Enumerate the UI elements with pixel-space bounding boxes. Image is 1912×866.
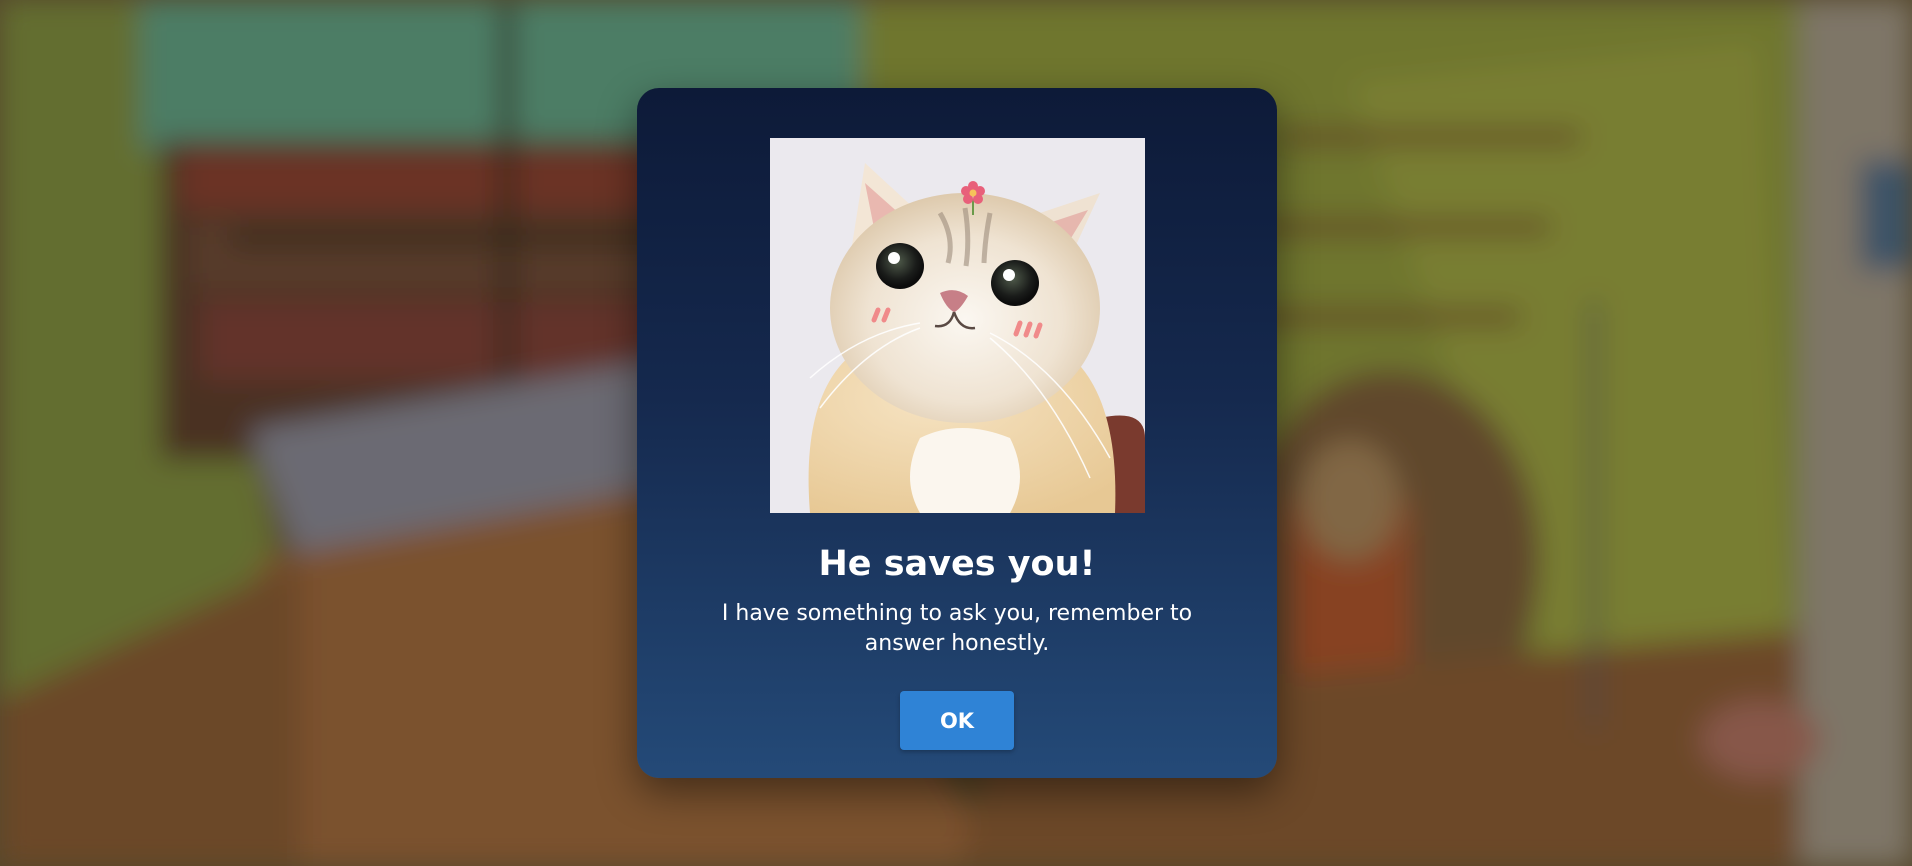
dialog-message: I have something to ask you, remember to… [721,601,1193,656]
ok-button[interactable]: OK [900,691,1014,750]
modal-dialog: He saves you! I have something to ask yo… [637,88,1277,778]
dialog-title: He saves you! [818,544,1096,584]
dialog-image [769,138,1145,513]
cat-photo-icon [769,138,1145,513]
